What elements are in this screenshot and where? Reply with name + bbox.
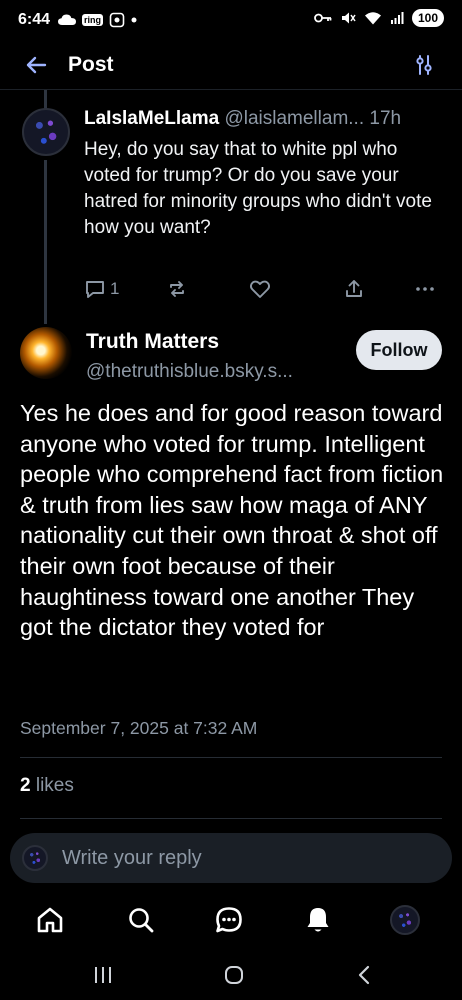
main-author-name[interactable]: Truth Matters: [86, 330, 219, 354]
post-timestamp: September 7, 2025 at 7:32 AM: [20, 718, 258, 738]
divider: [20, 818, 442, 819]
repost-button[interactable]: [166, 278, 188, 300]
bell-icon: [307, 908, 329, 932]
chat-icon: [216, 907, 242, 933]
thread-connector-bottom: [44, 160, 47, 324]
parent-post-header: LaIslaMeLlama @laislamellam... 17h: [84, 108, 454, 130]
main-author-avatar[interactable]: [20, 327, 72, 379]
divider: [20, 757, 442, 758]
main-author-handle[interactable]: @thetruthisblue.bsky.s...: [86, 361, 293, 383]
back-button[interactable]: [22, 51, 50, 79]
reply-composer[interactable]: Write your reply: [10, 833, 452, 883]
parent-author-avatar[interactable]: [22, 108, 70, 156]
heart-icon: [249, 280, 271, 298]
like-button[interactable]: [249, 278, 271, 300]
status-system-icons: 100: [314, 9, 444, 27]
key-icon: [314, 13, 332, 23]
main-post-text: Yes he does and for good reason toward a…: [20, 400, 444, 641]
status-time: 6:44: [18, 11, 51, 28]
wifi-icon: [364, 12, 381, 25]
screenshot-icon: [109, 12, 125, 28]
current-user-avatar: [22, 845, 48, 871]
page-title: Post: [68, 52, 114, 76]
likes-summary[interactable]: 2 likes: [20, 775, 74, 797]
parent-post-age: 17h: [369, 108, 402, 129]
system-navigation-bar: [0, 950, 462, 1000]
parent-post-actions: 1: [84, 278, 444, 304]
top-app-bar: Post: [0, 40, 462, 90]
home-circle-icon: [225, 966, 243, 984]
likes-count: 2: [20, 775, 31, 796]
reply-button[interactable]: 1: [84, 278, 119, 300]
thread-settings-button[interactable]: [412, 53, 436, 77]
parent-post-text[interactable]: Hey, do you say that to white ppl who vo…: [84, 137, 434, 241]
parent-author-handle[interactable]: @laislamellam...: [224, 108, 364, 129]
ring-app-icon: ring: [82, 14, 104, 26]
speech-bubble-icon: [86, 281, 104, 298]
ellipsis-icon: [416, 287, 434, 291]
mute-icon: [341, 12, 356, 24]
system-back-button[interactable]: [349, 962, 379, 988]
dot-icon: [131, 17, 137, 23]
nav-chat[interactable]: [212, 903, 246, 937]
nav-profile[interactable]: [388, 903, 422, 937]
parent-author-name[interactable]: LaIslaMeLlama: [84, 108, 219, 129]
nav-home[interactable]: [33, 903, 67, 937]
status-notification-icons: ring: [58, 12, 137, 28]
home-icon: [37, 907, 63, 933]
chevron-left-icon: [358, 965, 370, 985]
more-options-button[interactable]: [414, 278, 436, 300]
sliders-icon: [416, 55, 432, 75]
status-bar: 6:44 ring 100: [0, 0, 462, 40]
follow-button[interactable]: Follow: [356, 330, 442, 370]
reply-placeholder: Write your reply: [62, 846, 202, 869]
bottom-navigation: [0, 893, 462, 947]
nav-search[interactable]: [124, 903, 158, 937]
reply-count: 1: [110, 279, 120, 298]
arrow-left-icon: [26, 56, 47, 73]
cloud-notification-icon: [58, 14, 77, 25]
search-icon: [129, 908, 154, 933]
profile-avatar: [390, 905, 420, 935]
home-button[interactable]: [219, 962, 249, 988]
repost-icon: [170, 281, 184, 297]
share-icon: [346, 280, 362, 297]
signal-icon: [390, 12, 404, 24]
share-button[interactable]: [343, 278, 365, 300]
likes-label: likes: [35, 775, 74, 796]
battery-level: 100: [411, 9, 444, 27]
recent-apps-button[interactable]: [88, 962, 118, 988]
nav-notifications[interactable]: [301, 903, 335, 937]
recent-apps-icon: [95, 967, 111, 983]
